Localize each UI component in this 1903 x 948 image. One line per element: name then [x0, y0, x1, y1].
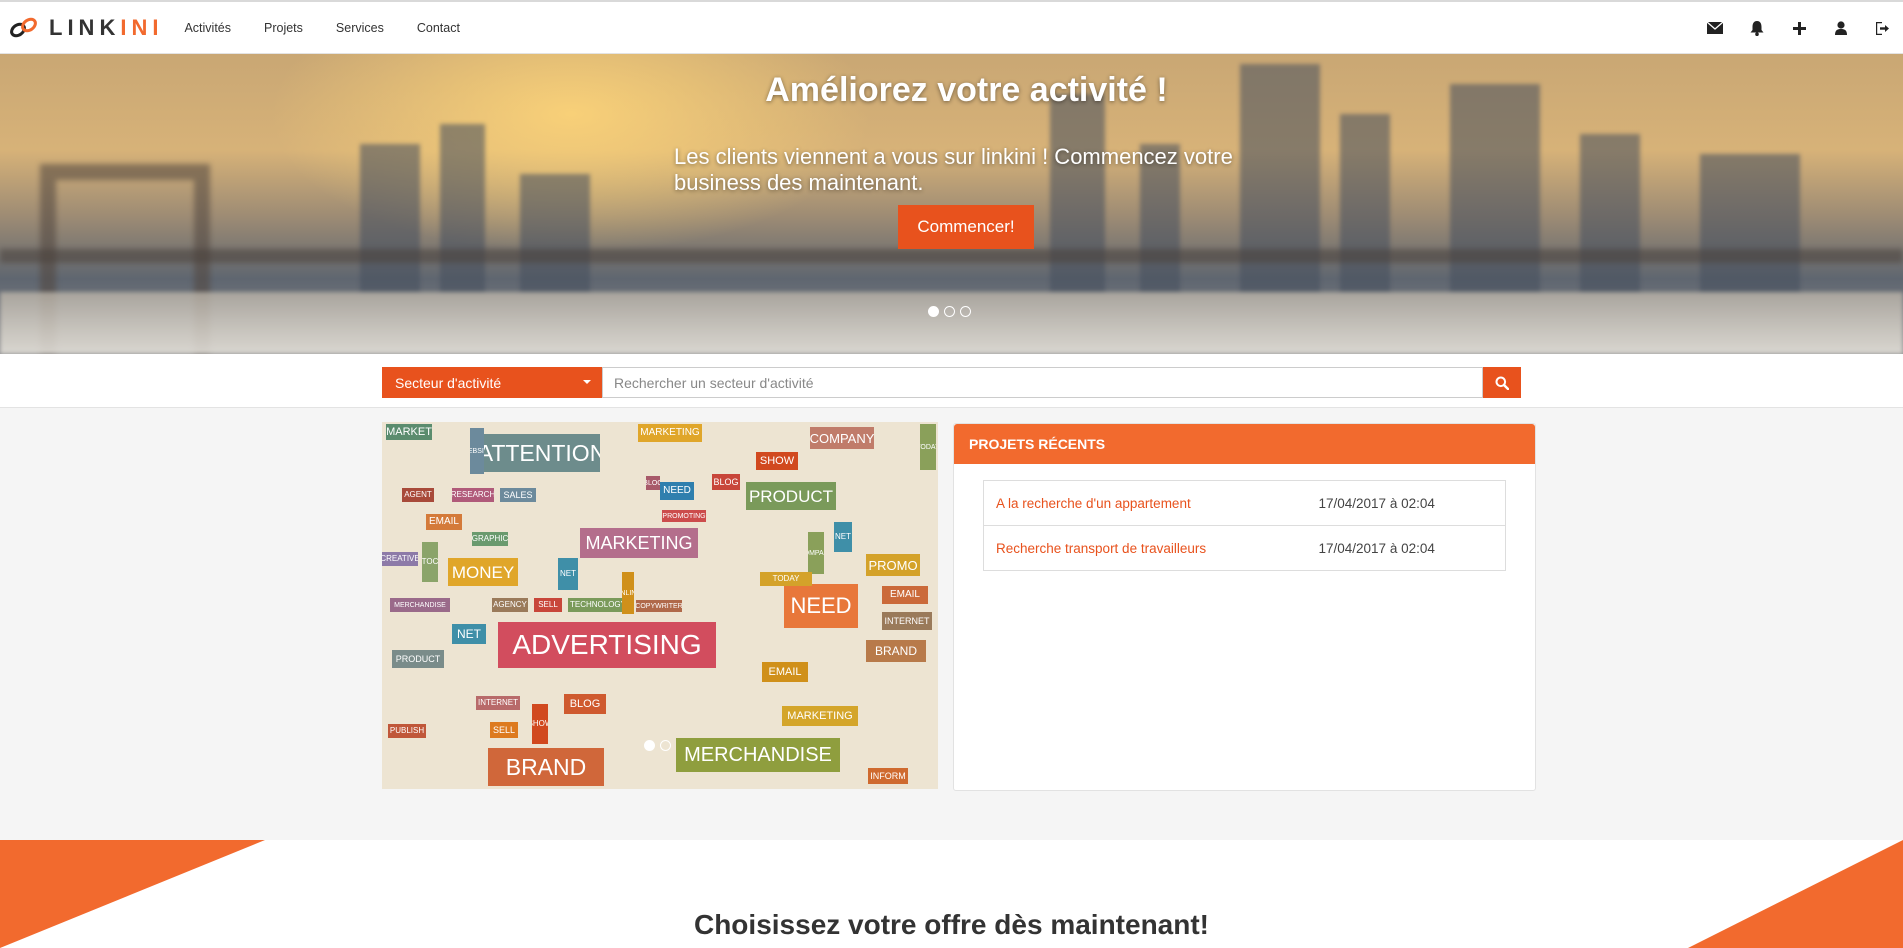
cloud-word: STOCK: [422, 542, 438, 582]
project-date: 17/04/2017 à 02:04: [1306, 480, 1506, 526]
recent-projects-header: PROJETS RÉCENTS: [954, 424, 1535, 464]
main-nav: Activités Projets Services Contact: [184, 21, 492, 35]
sign-out-icon[interactable]: [1873, 18, 1893, 38]
user-icon[interactable]: [1831, 18, 1851, 38]
cloud-word: BLOG: [564, 694, 606, 714]
nav-link-contact[interactable]: Contact: [417, 21, 460, 35]
cloud-word: RESEARCH: [452, 488, 494, 502]
cloud-word: NET: [558, 558, 578, 590]
nav-link-services[interactable]: Services: [336, 21, 384, 35]
cloud-word: GRAPHIC: [472, 532, 508, 546]
cloud-word: ONLINE: [622, 572, 634, 614]
navbar: LINKINI Activités Projets Services Conta…: [0, 2, 1903, 54]
cloud-word: COMPANY: [810, 427, 874, 449]
cloud-word: ADVERTISING: [498, 622, 716, 668]
logo-text-part1: LINK: [49, 14, 121, 40]
hero-subtitle: Les clients viennent a vous sur linkini …: [674, 144, 1233, 195]
cloud-word: PRODUCT: [392, 650, 444, 668]
table-row[interactable]: A la recherche d'un appartement 17/04/20…: [983, 480, 1506, 526]
cloud-word: BRAND: [866, 640, 926, 662]
hero-content: Améliorez votre activité ! Les clients v…: [0, 54, 1903, 354]
cloud-word: BLOG: [646, 476, 660, 490]
logo[interactable]: LINKINI: [9, 15, 163, 41]
hero-title: Améliorez votre activité !: [765, 71, 1168, 109]
cloud-word: MONEY: [448, 558, 518, 586]
cloud-word: NET: [452, 624, 486, 644]
sector-dropdown-label: Secteur d'activité: [395, 374, 502, 391]
bell-icon[interactable]: [1747, 18, 1767, 38]
cloud-carousel-indicators: [644, 740, 676, 751]
cloud-word: MARKETING: [580, 528, 698, 558]
carousel-dot-1[interactable]: [644, 740, 655, 751]
cloud-word: MERCHANDISE: [676, 738, 840, 772]
cloud-word: NEED: [784, 584, 858, 628]
cloud-word: PUBLISH: [388, 724, 426, 738]
cloud-word: PROMO: [866, 554, 920, 576]
start-button[interactable]: Commencer!: [898, 205, 1034, 249]
logo-text-part2: INI: [120, 14, 164, 40]
cloud-word: COMPANY: [808, 532, 824, 574]
nav-link-activites[interactable]: Activités: [184, 21, 231, 35]
project-title-link[interactable]: Recherche transport de travailleurs: [983, 525, 1307, 571]
hero-banner: Améliorez votre activité ! Les clients v…: [0, 54, 1903, 354]
cloud-word: AGENCY: [492, 598, 528, 612]
recent-projects-table: A la recherche d'un appartement 17/04/20…: [983, 480, 1506, 571]
cloud-word: NEED: [660, 482, 694, 500]
search-icon: [1495, 376, 1509, 390]
chain-link-icon: [10, 17, 37, 37]
nav-link-projets[interactable]: Projets: [264, 21, 303, 35]
cloud-word: SHOW: [756, 452, 798, 470]
cloud-word: MERCHANDISE: [390, 598, 450, 612]
cloud-word: CREATIVE: [382, 552, 418, 566]
cloud-word: MARKETING: [638, 424, 702, 442]
sector-dropdown[interactable]: Secteur d'activité: [382, 367, 602, 398]
search-input[interactable]: [602, 367, 1483, 398]
offer-title: Choisissez votre offre dès maintenant!: [693, 909, 1209, 940]
caret-down-icon: [583, 380, 591, 384]
cloud-word: INTERNET: [476, 696, 520, 710]
cloud-word: WEBSITE: [470, 428, 484, 474]
plus-icon[interactable]: [1789, 18, 1809, 38]
cloud-word: ATTENTION: [484, 434, 600, 472]
cloud-word: TODAY: [920, 424, 936, 470]
search-band: Secteur d'activité: [0, 354, 1903, 408]
cloud-word: INFORM: [868, 768, 908, 784]
cloud-word: BRAND: [488, 748, 604, 786]
cloud-word: MARKETING: [782, 706, 858, 726]
cloud-word: TODAY: [760, 572, 812, 586]
nav-icon-group: [1683, 2, 1893, 54]
carousel-dot-2[interactable]: [944, 306, 955, 317]
cloud-word: EMAIL: [762, 662, 808, 682]
logo-text: LINKINI: [49, 15, 163, 41]
cloud-word: BLOG: [712, 474, 740, 490]
recent-projects-panel: PROJETS RÉCENTS A la recherche d'un appa…: [953, 423, 1536, 791]
carousel-dot-1[interactable]: [928, 306, 939, 317]
project-title-link[interactable]: A la recherche d'un appartement: [983, 480, 1307, 526]
carousel-dot-3[interactable]: [960, 306, 971, 317]
cloud-word: MARKET: [386, 424, 432, 440]
cloud-word: TECHNOLOGY: [568, 598, 628, 612]
table-row[interactable]: Recherche transport de travailleurs 17/0…: [983, 525, 1506, 571]
cloud-word: NET: [834, 522, 852, 552]
cloud-word: SELL: [490, 722, 518, 738]
cloud-word: INTERNET: [882, 612, 932, 630]
cloud-word: SALES: [500, 488, 536, 502]
offer-section: Choisissez votre offre dès maintenant!: [0, 840, 1903, 948]
cloud-word: COPYWRITER: [636, 600, 682, 612]
cloud-word: PROMOTING: [662, 510, 706, 522]
cloud-word: SELL: [534, 598, 562, 612]
project-date: 17/04/2017 à 02:04: [1306, 525, 1506, 571]
cloud-word: EMAIL: [426, 514, 462, 530]
cloud-word: EMAIL: [882, 586, 928, 604]
carousel-dot-2[interactable]: [660, 740, 671, 751]
cloud-word: AGENT: [402, 488, 434, 502]
cloud-word: PRODUCT: [746, 482, 836, 510]
advertising-word-cloud-image: MARKET ATTENTION MARKETING COMPANY SHOW …: [382, 422, 938, 789]
cloud-word: SHOW: [532, 704, 548, 744]
hero-carousel-indicators: [928, 306, 976, 317]
envelope-icon[interactable]: [1705, 18, 1725, 38]
search-button[interactable]: [1483, 367, 1521, 398]
